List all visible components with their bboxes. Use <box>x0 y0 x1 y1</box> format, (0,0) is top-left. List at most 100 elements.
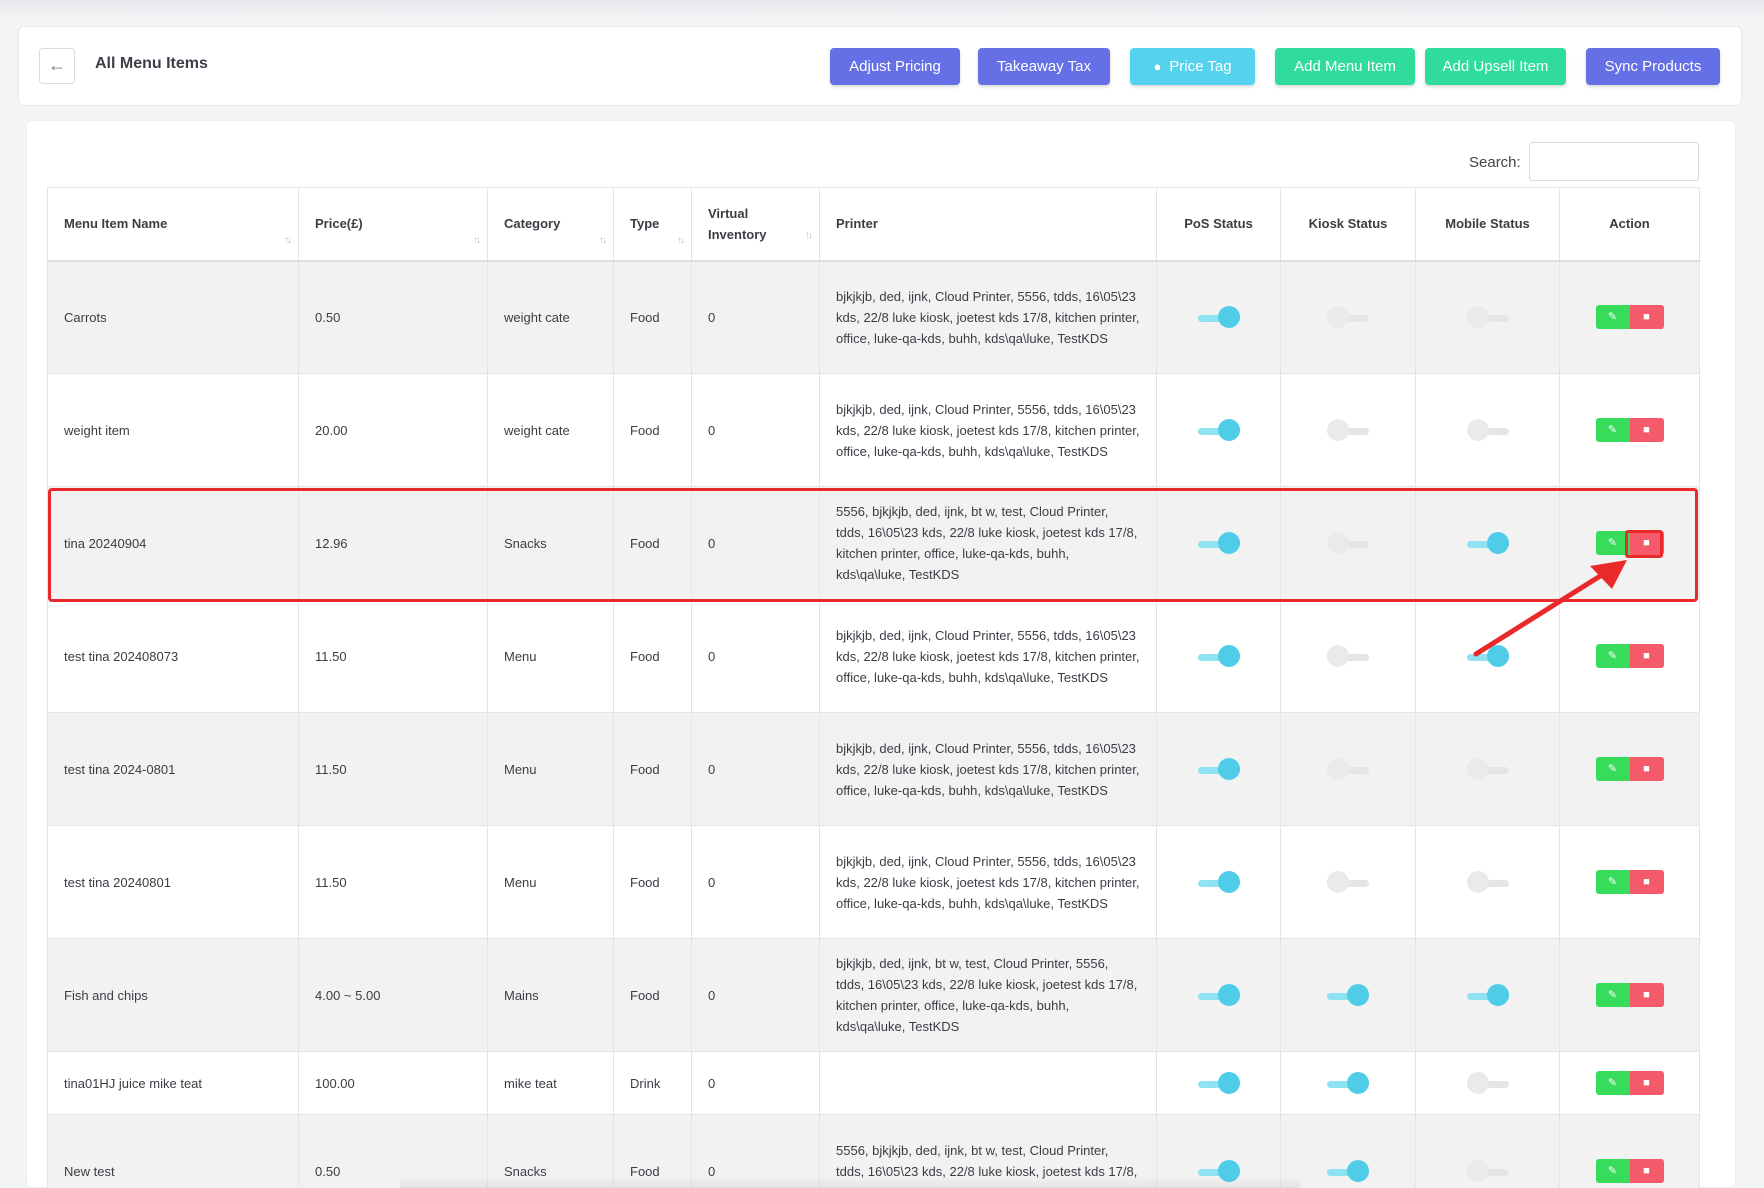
column-header-price[interactable]: Price(£) ↑↓ <box>298 187 488 262</box>
menu-items-card: Search: Menu Item Name ↑↓ Price(£) ↑↓ Cate… <box>26 120 1736 1188</box>
column-header-name[interactable]: Menu Item Name ↑↓ <box>47 187 299 262</box>
delete-button[interactable]: ■ <box>1629 757 1664 781</box>
pencil-icon: ✎ <box>1607 876 1618 888</box>
edit-button[interactable]: ✎ <box>1595 983 1630 1007</box>
mobile-status-toggle[interactable] <box>1466 418 1509 441</box>
edit-button[interactable]: ✎ <box>1595 1159 1630 1183</box>
kiosk-status-toggle[interactable] <box>1327 983 1369 1006</box>
cell-printer: bjkjkjb, ded, ijnk, Cloud Printer, 5556,… <box>819 373 1157 487</box>
mobile-status-toggle[interactable] <box>1466 1071 1509 1094</box>
edit-button[interactable]: ✎ <box>1595 870 1630 894</box>
kiosk-status-toggle[interactable] <box>1327 757 1369 780</box>
pos-status-toggle[interactable] <box>1197 306 1240 329</box>
column-label: PoS Status <box>1184 216 1253 232</box>
kiosk-status-toggle[interactable] <box>1327 306 1369 329</box>
table-row: weight item 20.00 weight cate Food 0 bjkjkjb,… <box>47 373 1700 487</box>
edit-button[interactable]: ✎ <box>1595 644 1630 668</box>
cell-type: Food <box>613 712 692 826</box>
delete-button[interactable]: ■ <box>1629 983 1664 1007</box>
column-header-virtual-inventory[interactable]: Virtual Inventory ↑↓ <box>691 187 820 262</box>
pos-status-toggle[interactable] <box>1197 644 1240 667</box>
search-input[interactable] <box>1529 142 1699 181</box>
toggle-knob <box>1466 870 1489 893</box>
toggle-knob <box>1217 757 1240 780</box>
menu-items-table: Menu Item Name ↑↓ Price(£) ↑↓ Category ↑↓ T… <box>47 187 1700 1187</box>
pos-status-toggle[interactable] <box>1197 870 1240 893</box>
takeaway-tax-button[interactable]: Takeaway Tax <box>978 48 1110 85</box>
add-menu-item-button[interactable]: Add Menu Item <box>1275 48 1415 85</box>
cell-action: ✎ ■ <box>1559 712 1700 826</box>
cell-virtual-inventory: 0 <box>691 1114 820 1187</box>
kiosk-status-toggle[interactable] <box>1327 1159 1369 1182</box>
toggle-knob <box>1217 644 1240 667</box>
edit-button[interactable]: ✎ <box>1595 418 1630 442</box>
toggle-knob <box>1217 1071 1240 1094</box>
cell-kiosk-status <box>1280 1114 1416 1187</box>
kiosk-status-toggle[interactable] <box>1327 418 1369 441</box>
mobile-status-toggle[interactable] <box>1466 306 1509 329</box>
delete-button[interactable]: ■ <box>1629 531 1664 555</box>
cell-pos-status <box>1156 373 1281 487</box>
column-header-pos-status: PoS Status <box>1156 187 1281 262</box>
delete-button[interactable]: ■ <box>1629 1159 1664 1183</box>
mobile-status-toggle[interactable] <box>1466 531 1509 554</box>
cell-kiosk-status <box>1280 938 1416 1052</box>
cell-virtual-inventory: 0 <box>691 938 820 1052</box>
cell-mobile-status <box>1415 373 1560 487</box>
trash-icon: ■ <box>1643 311 1650 324</box>
pos-status-toggle[interactable] <box>1197 418 1240 441</box>
pos-status-toggle[interactable] <box>1197 1159 1240 1182</box>
trash-icon: ■ <box>1643 537 1650 549</box>
edit-button[interactable]: ✎ <box>1595 757 1630 781</box>
mobile-status-toggle[interactable] <box>1466 644 1509 667</box>
pos-status-toggle[interactable] <box>1197 983 1240 1006</box>
column-header-type[interactable]: Type ↑↓ <box>613 187 692 262</box>
add-upsell-item-button[interactable]: Add Upsell Item <box>1425 48 1566 85</box>
price-tag-button[interactable]: ● Price Tag <box>1130 48 1255 85</box>
price-tag-label: Price Tag <box>1169 58 1232 75</box>
edit-button[interactable]: ✎ <box>1595 305 1630 330</box>
trash-icon: ■ <box>1643 424 1650 436</box>
pos-status-toggle[interactable] <box>1197 757 1240 780</box>
mobile-status-toggle[interactable] <box>1466 870 1509 893</box>
toggle-knob <box>1217 306 1240 329</box>
pos-status-toggle[interactable] <box>1197 531 1240 554</box>
delete-button[interactable]: ■ <box>1629 1071 1664 1095</box>
delete-button[interactable]: ■ <box>1629 305 1664 330</box>
kiosk-status-toggle[interactable] <box>1327 870 1369 893</box>
edit-button[interactable]: ✎ <box>1595 1071 1630 1095</box>
column-label: Category <box>504 216 561 232</box>
kiosk-status-toggle[interactable] <box>1327 644 1369 667</box>
delete-button[interactable]: ■ <box>1629 418 1664 442</box>
cell-printer: bjkjkjb, ded, ijnk, Cloud Printer, 5556,… <box>819 712 1157 826</box>
delete-button[interactable]: ■ <box>1629 644 1664 668</box>
sort-arrows-icon: ↑↓ <box>473 234 481 246</box>
kiosk-status-toggle[interactable] <box>1327 1071 1369 1094</box>
table-header-row: Menu Item Name ↑↓ Price(£) ↑↓ Category ↑↓ T… <box>47 187 1700 262</box>
cell-mobile-status <box>1415 712 1560 826</box>
cell-name: Carrots <box>47 260 299 374</box>
action-group: ✎ ■ <box>1595 757 1664 781</box>
sync-products-button[interactable]: Sync Products <box>1586 48 1720 85</box>
adjust-pricing-button[interactable]: Adjust Pricing <box>830 48 960 85</box>
cell-mobile-status <box>1415 599 1560 713</box>
table-row: test tina 202408073 11.50 Menu Food 0 bjkjkjb… <box>47 599 1700 713</box>
column-header-category[interactable]: Category ↑↓ <box>487 187 614 262</box>
column-label: Menu Item Name <box>64 216 168 232</box>
pos-status-toggle[interactable] <box>1197 1071 1240 1094</box>
sort-arrows-icon: ↑↓ <box>284 234 292 246</box>
mobile-status-toggle[interactable] <box>1466 757 1509 780</box>
action-group: ✎ ■ <box>1595 983 1664 1007</box>
toggle-knob <box>1486 644 1509 667</box>
cell-price: 4.00 ~ 5.00 <box>298 938 488 1052</box>
mobile-status-toggle[interactable] <box>1466 1159 1509 1182</box>
cell-kiosk-status <box>1280 260 1416 374</box>
cell-category: mike teat <box>487 1051 614 1115</box>
edit-button[interactable]: ✎ <box>1595 531 1630 555</box>
mobile-status-toggle[interactable] <box>1466 983 1509 1006</box>
cell-virtual-inventory: 0 <box>691 260 820 374</box>
column-header-action: Action <box>1559 187 1700 262</box>
kiosk-status-toggle[interactable] <box>1327 531 1369 554</box>
delete-button[interactable]: ■ <box>1629 870 1664 894</box>
back-button[interactable]: ← <box>39 48 75 84</box>
